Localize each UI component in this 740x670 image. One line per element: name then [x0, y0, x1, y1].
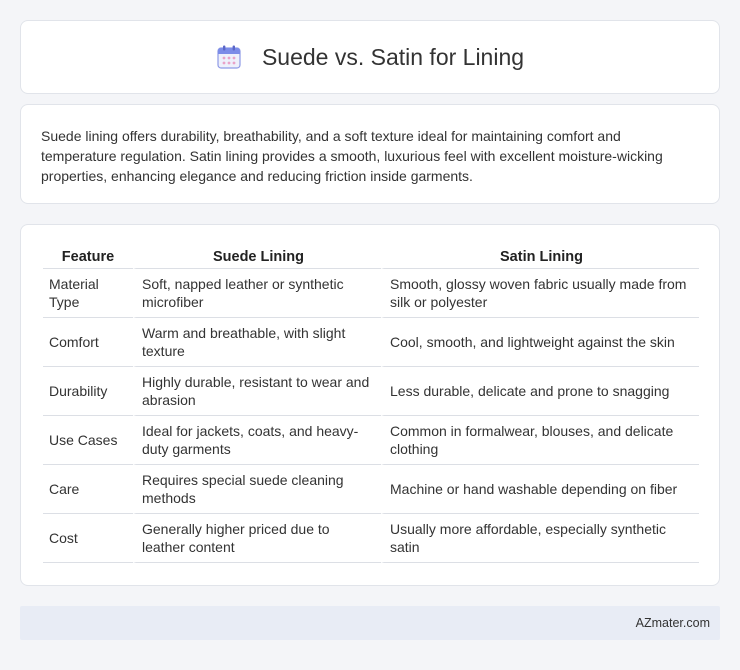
title-card: Suede vs. Satin for Lining	[20, 20, 720, 94]
suede-cell: Generally higher priced due to leather c…	[133, 514, 381, 563]
suede-cell: Highly durable, resistant to wear and ab…	[133, 367, 381, 416]
table-row: Care Requires special suede cleaning met…	[43, 465, 699, 514]
intro-paragraph: Suede lining offers durability, breathab…	[41, 128, 663, 184]
table-row: Durability Highly durable, resistant to …	[43, 367, 699, 416]
feature-cell: Cost	[43, 514, 133, 563]
comparison-table: Feature Suede Lining Satin Lining Materi…	[43, 245, 699, 563]
column-header-satin: Satin Lining	[381, 245, 699, 269]
footer-bar: AZmater.com	[20, 606, 720, 640]
feature-cell: Use Cases	[43, 416, 133, 465]
satin-cell: Machine or hand washable depending on fi…	[381, 465, 699, 514]
satin-cell: Usually more affordable, especially synt…	[381, 514, 699, 563]
column-header-suede: Suede Lining	[133, 245, 381, 269]
suede-cell: Ideal for jackets, coats, and heavy-duty…	[133, 416, 381, 465]
feature-cell: Durability	[43, 367, 133, 416]
table-row: Cost Generally higher priced due to leat…	[43, 514, 699, 563]
satin-cell: Less durable, delicate and prone to snag…	[381, 367, 699, 416]
column-header-feature: Feature	[43, 245, 133, 269]
suede-cell: Soft, napped leather or synthetic microf…	[133, 269, 381, 318]
comparison-card: Feature Suede Lining Satin Lining Materi…	[20, 224, 720, 586]
satin-cell: Common in formalwear, blouses, and delic…	[381, 416, 699, 465]
satin-cell: Smooth, glossy woven fabric usually made…	[381, 269, 699, 318]
feature-cell: Comfort	[43, 318, 133, 367]
footer-site-link[interactable]: AZmater.com	[636, 616, 710, 630]
intro-card: Suede lining offers durability, breathab…	[20, 104, 720, 204]
table-row: Use Cases Ideal for jackets, coats, and …	[43, 416, 699, 465]
feature-cell: Material Type	[43, 269, 133, 318]
table-header-row: Feature Suede Lining Satin Lining	[43, 245, 699, 269]
suede-cell: Warm and breathable, with slight texture	[133, 318, 381, 367]
feature-cell: Care	[43, 465, 133, 514]
calendar-icon	[216, 44, 242, 70]
suede-cell: Requires special suede cleaning methods	[133, 465, 381, 514]
table-row: Comfort Warm and breathable, with slight…	[43, 318, 699, 367]
satin-cell: Cool, smooth, and lightweight against th…	[381, 318, 699, 367]
page-title: Suede vs. Satin for Lining	[261, 43, 525, 70]
title-wrap: Suede vs. Satin for Lining	[216, 44, 524, 71]
table-row: Material Type Soft, napped leather or sy…	[43, 269, 699, 318]
